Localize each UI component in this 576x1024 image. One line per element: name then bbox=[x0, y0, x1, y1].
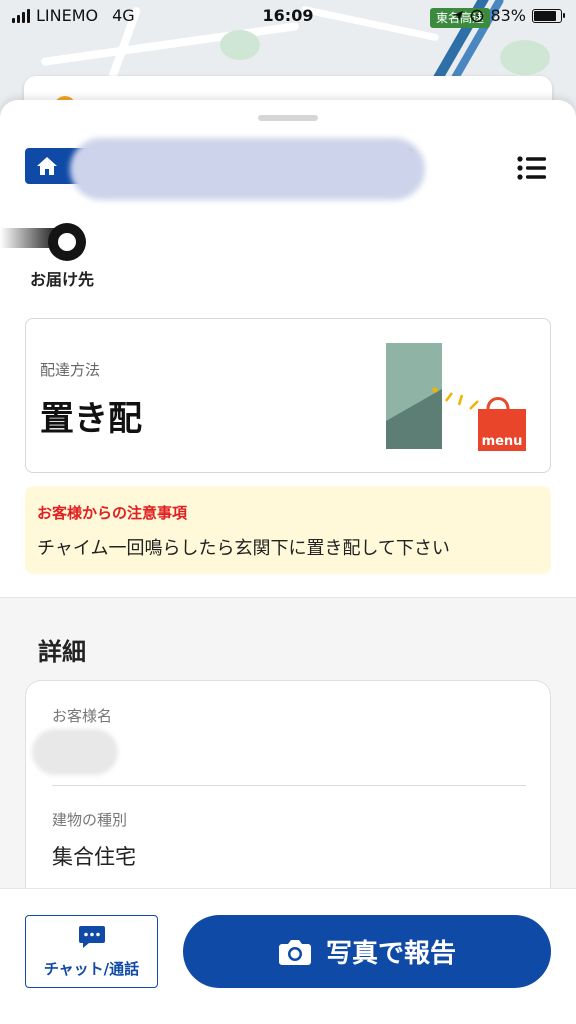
divider bbox=[52, 785, 526, 786]
battery-icon bbox=[532, 8, 565, 23]
chat-bubble-icon bbox=[79, 926, 105, 948]
status-right: 83% bbox=[452, 6, 565, 25]
photo-report-button[interactable]: 写真で報告 bbox=[183, 915, 551, 988]
destination-marker-icon bbox=[48, 223, 86, 261]
delivery-method-label: 配達方法 bbox=[40, 361, 101, 379]
building-type-label: 建物の種別 bbox=[52, 811, 128, 829]
customer-name-label: お客様名 bbox=[52, 707, 113, 725]
home-button[interactable] bbox=[25, 148, 69, 184]
notice-title: お客様からの注意事項 bbox=[37, 504, 188, 522]
details-title: 詳細 bbox=[38, 638, 86, 666]
building-type-value: 集合住宅 bbox=[52, 845, 136, 869]
home-icon bbox=[37, 157, 57, 175]
alarm-icon bbox=[471, 9, 484, 22]
door-bag-illustration: menu bbox=[386, 343, 526, 451]
photo-report-label: 写真で報告 bbox=[325, 939, 456, 969]
delivery-method-card[interactable]: 配達方法 置き配 menu bbox=[25, 318, 551, 473]
customer-name-redacted bbox=[32, 729, 118, 775]
sheet-grab-handle[interactable] bbox=[258, 115, 318, 121]
status-bar: LINEMO 4G 16:09 83% bbox=[0, 0, 576, 34]
delivery-method-value: 置き配 bbox=[40, 399, 142, 439]
battery-percent: 83% bbox=[490, 6, 526, 25]
customer-notice: お客様からの注意事項 チャイム一回鳴らしたら玄関下に置き配して下さい bbox=[25, 486, 551, 574]
list-menu-icon[interactable] bbox=[516, 154, 548, 182]
delivery-detail-sheet: お届け先 配達方法 置き配 menu お客様からの注意事項 チャイム一回鳴らした… bbox=[0, 100, 576, 1024]
map-park bbox=[500, 40, 550, 75]
camera-icon bbox=[278, 939, 311, 965]
chat-call-label: チャット/通話 bbox=[43, 960, 140, 978]
illustration-brand-text: menu bbox=[482, 434, 523, 449]
address-redacted bbox=[70, 138, 425, 200]
location-arrow-icon bbox=[453, 10, 464, 21]
destination-label: お届け先 bbox=[30, 270, 95, 289]
map-park bbox=[220, 30, 260, 60]
chat-call-button[interactable]: チャット/通話 bbox=[25, 915, 158, 988]
bottom-action-bar: チャット/通話 写真で報告 bbox=[0, 888, 576, 1024]
notice-text: チャイム一回鳴らしたら玄関下に置き配して下さい bbox=[37, 538, 450, 559]
